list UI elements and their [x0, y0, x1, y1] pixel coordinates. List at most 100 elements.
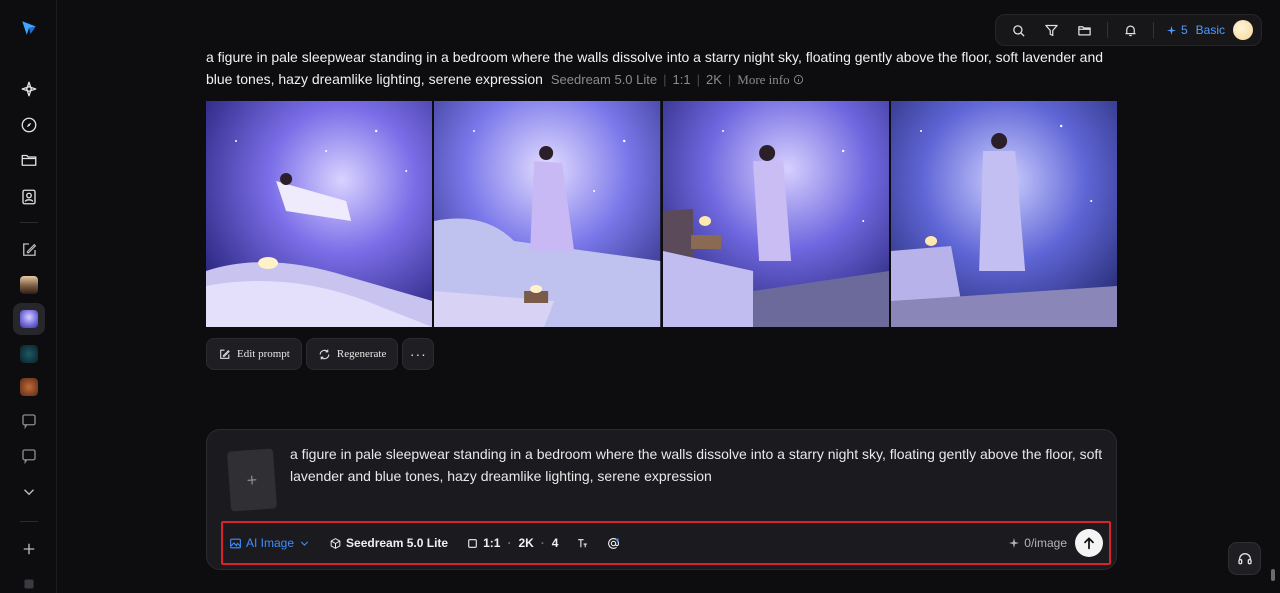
image-dreamscape — [890, 101, 1117, 327]
generated-image-4[interactable] — [890, 101, 1117, 327]
arrow-up-icon — [1084, 537, 1094, 550]
edit-prompt-button[interactable]: Edit prompt — [206, 338, 302, 370]
cost-indicator: 0/image — [1008, 536, 1067, 550]
cube-icon — [330, 537, 341, 549]
at-sign-icon — [608, 537, 620, 549]
model-label: Seedream 5.0 Lite — [346, 536, 449, 550]
sidebar-more[interactable] — [13, 568, 45, 593]
sidebar-expand[interactable] — [13, 476, 45, 508]
history-chat-item[interactable] — [13, 440, 45, 472]
generation-actions: Edit prompt Regenerate ··· — [206, 338, 435, 370]
history-thumbnail-active[interactable] — [13, 303, 45, 335]
mention-button[interactable] — [607, 537, 620, 550]
reference-upload-button[interactable]: + — [226, 448, 278, 512]
sidebar-item-generate[interactable] — [13, 73, 45, 105]
edit-icon — [23, 243, 37, 256]
regenerate-button[interactable]: Regenerate — [305, 338, 399, 370]
more-options-icon: ··· — [409, 346, 427, 362]
credits-count: 5 — [1180, 23, 1188, 37]
regenerate-label: Regenerate — [336, 348, 387, 360]
text-style-button[interactable] — [576, 537, 589, 550]
more-info-label: More info — [737, 72, 790, 87]
generated-image-3[interactable] — [662, 101, 889, 327]
user-card-icon — [22, 189, 36, 205]
sidebar-item-explore[interactable] — [13, 109, 45, 141]
filter-button[interactable] — [1035, 15, 1068, 45]
notifications-button[interactable] — [1114, 15, 1147, 45]
text-format-icon — [578, 538, 588, 547]
refresh-icon — [319, 349, 330, 359]
app-logo[interactable] — [13, 12, 45, 44]
sparkle-icon — [1166, 25, 1177, 35]
generated-images — [206, 101, 1117, 327]
prompt-input[interactable]: a figure in pale sleepwear standing in a… — [290, 443, 1106, 487]
search-button[interactable] — [1002, 15, 1035, 45]
assets-button[interactable] — [1068, 15, 1101, 45]
image-dreamscape — [434, 101, 661, 327]
prompt-composer: + a figure in pale sleepwear standing in… — [206, 429, 1117, 570]
credits-badge[interactable]: 5 — [1160, 23, 1196, 37]
headset-icon — [1237, 552, 1252, 564]
plus-icon: + — [246, 469, 258, 490]
support-button[interactable] — [1228, 542, 1261, 575]
page-scrollbar[interactable] — [1271, 569, 1275, 581]
generation-prompt: a figure in pale sleepwear standing in a… — [206, 46, 1118, 91]
compass-icon — [21, 117, 37, 133]
aspect-ratio-icon — [468, 538, 477, 548]
sidebar-item-assets[interactable] — [13, 144, 45, 176]
grid-icon — [24, 579, 34, 589]
meta-resolution: 2K — [705, 72, 722, 87]
cost-value: 0/image — [1024, 536, 1067, 550]
chat-bubble-icon — [22, 449, 36, 465]
sidebar-new-chat[interactable] — [13, 234, 45, 266]
resolution-value: 2K — [518, 536, 534, 550]
history-thumbnail[interactable] — [20, 276, 38, 294]
sidebar-divider — [20, 222, 38, 223]
chevron-down-icon — [300, 540, 309, 546]
ratio-value: 1:1 — [483, 536, 501, 550]
avatar[interactable] — [1233, 20, 1253, 40]
toolbar-divider — [1152, 22, 1154, 38]
toolbar-divider — [1106, 22, 1108, 38]
image-dreamscape — [206, 101, 433, 327]
history-chat-item[interactable] — [13, 405, 45, 437]
folder-icon — [21, 154, 37, 166]
generation-meta: Seedream 5.0 Lite | 1:1 | 2K | More info — [551, 72, 804, 87]
generated-image-2[interactable] — [434, 101, 661, 327]
edit-prompt-label: Edit prompt — [237, 348, 290, 360]
mode-selector[interactable]: AI Image — [229, 536, 311, 550]
mode-label: AI Image — [246, 536, 295, 550]
generated-image-1[interactable] — [206, 101, 433, 327]
sidebar-item-profile[interactable] — [13, 181, 45, 213]
composer-submit-group: 0/image — [1008, 529, 1103, 557]
filter-icon — [1045, 24, 1058, 36]
edit-icon — [220, 349, 230, 359]
composer-controls: AI Image Seedream 5.0 Lite 1:1 · 2K · 4 … — [221, 521, 1111, 565]
sidebar-divider — [20, 521, 38, 522]
sparkle-diamond-icon — [21, 81, 37, 97]
logo-icon — [22, 21, 36, 35]
history-thumbnail-image — [20, 310, 38, 328]
search-icon — [1013, 24, 1025, 37]
model-selector[interactable]: Seedream 5.0 Lite — [329, 536, 448, 550]
more-info-link[interactable]: More info — [737, 72, 804, 87]
image-dreamscape — [662, 101, 889, 327]
sidebar — [0, 0, 57, 593]
folder-icon — [1078, 25, 1091, 35]
sparkle-icon — [1009, 538, 1020, 548]
meta-ratio: 1:1 — [672, 72, 691, 87]
meta-model: Seedream 5.0 Lite — [550, 72, 658, 87]
history-thumbnail[interactable] — [20, 345, 38, 363]
plus-icon — [23, 543, 35, 555]
info-icon — [793, 74, 803, 85]
settings-selector[interactable]: 1:1 · 2K · 4 — [466, 536, 558, 550]
bell-icon — [1125, 25, 1136, 36]
image-icon — [230, 538, 241, 548]
sidebar-add[interactable] — [13, 533, 45, 565]
plan-badge[interactable]: Basic — [1196, 23, 1233, 37]
send-button[interactable] — [1075, 529, 1103, 557]
top-toolbar: 5 Basic — [994, 14, 1262, 46]
more-options-button[interactable]: ··· — [402, 338, 435, 370]
chevron-down-icon — [24, 489, 34, 496]
history-thumbnail[interactable] — [20, 378, 38, 396]
